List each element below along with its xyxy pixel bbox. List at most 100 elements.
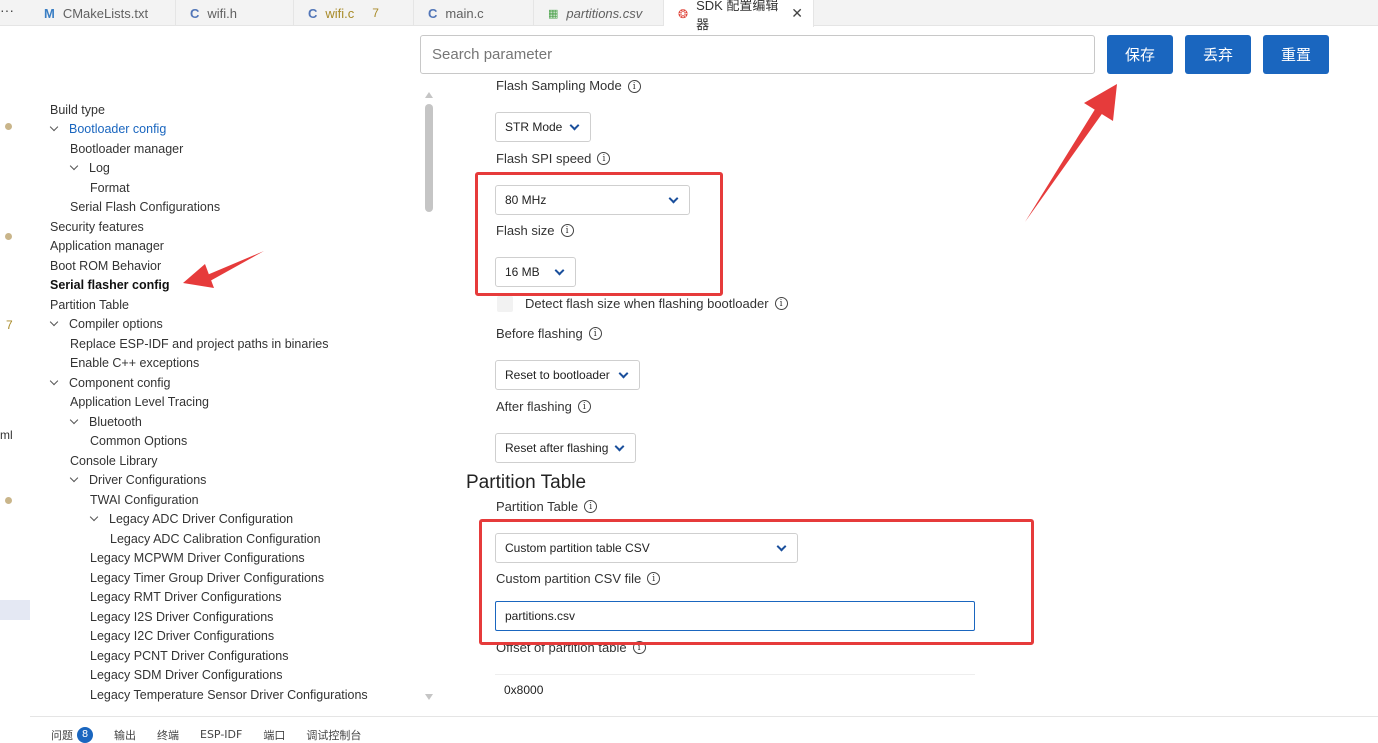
select-value: Reset to bootloader [505, 368, 610, 382]
tree-item-replace-paths[interactable]: Replace ESP-IDF and project paths in bin… [70, 334, 328, 353]
tree-item-component-config[interactable]: Component config [50, 373, 170, 392]
label-text: Before flashing [496, 326, 583, 341]
tree-item-common-options[interactable]: Common Options [90, 431, 187, 450]
select-value: Reset after flashing [505, 441, 609, 455]
tab-cmakelists[interactable]: M CMakeLists.txt [30, 0, 176, 26]
tree-item-build-type[interactable]: Build type [50, 100, 105, 119]
tab-debug-console[interactable]: 调试控制台 [306, 715, 361, 743]
tree-item-application-manager[interactable]: Application manager [50, 236, 164, 255]
chevron-down-icon [569, 120, 580, 131]
info-icon[interactable]: i [774, 297, 788, 310]
tree-item-bootloader-manager[interactable]: Bootloader manager [70, 139, 183, 158]
tree-item-partition-table[interactable]: Partition Table [50, 295, 129, 314]
chevron-down-icon[interactable] [70, 476, 78, 484]
before-flashing-label: Before flashing i [496, 326, 602, 341]
search-input[interactable] [420, 35, 1095, 74]
tab-partitions-csv[interactable]: ▦ partitions.csv [534, 0, 664, 26]
tree-item-driver-configurations[interactable]: Driver Configurations [70, 470, 206, 489]
chevron-down-icon [618, 368, 629, 379]
editor-tab-bar: ··· M CMakeLists.txt C wifi.h C wifi.c 7… [0, 0, 1378, 32]
config-tree: Build type Bootloader config Bootloader … [30, 96, 430, 710]
tree-item-legacy-i2c[interactable]: Legacy I2C Driver Configurations [90, 626, 274, 645]
modified-dot-icon [5, 123, 12, 130]
chevron-down-icon [614, 441, 625, 452]
tab-wifi-h[interactable]: C wifi.h [176, 0, 294, 26]
chevron-down-icon[interactable] [50, 125, 58, 133]
discard-button[interactable]: 丢弃 [1185, 35, 1251, 74]
tree-item-legacy-sdm[interactable]: Legacy SDM Driver Configurations [90, 665, 282, 684]
before-flashing-select[interactable]: Reset to bootloader [495, 360, 640, 390]
label-text: Detect flash size when flashing bootload… [525, 296, 769, 311]
info-icon[interactable]: i [597, 152, 611, 165]
tab-output[interactable]: 输出 [114, 715, 136, 743]
tree-item-format[interactable]: Format [90, 178, 130, 197]
cmake-file-icon: M [44, 5, 55, 21]
tab-terminal[interactable]: 终端 [157, 715, 179, 743]
flash-spi-speed-label: Flash SPI speed i [496, 151, 611, 166]
tree-item-bootloader-config[interactable]: Bootloader config [50, 119, 166, 138]
tree-item-bluetooth[interactable]: Bluetooth [70, 412, 142, 431]
tree-item-label: Legacy ADC Driver Configuration [109, 511, 294, 526]
info-icon[interactable]: i [584, 500, 598, 513]
tree-item-legacy-mcpwm[interactable]: Legacy MCPWM Driver Configurations [90, 548, 305, 567]
tree-item-label: Component config [69, 375, 171, 390]
tree-item-serial-flash-configurations[interactable]: Serial Flash Configurations [70, 197, 220, 216]
info-icon[interactable]: i [627, 80, 641, 93]
label-text: Flash Sampling Mode [496, 79, 622, 93]
scroll-down-arrow-icon[interactable] [425, 694, 433, 700]
c-file-icon: C [428, 5, 438, 21]
tree-item-console-library[interactable]: Console Library [70, 451, 158, 470]
tab-wifi-c[interactable]: C wifi.c 7 [294, 0, 414, 26]
tab-label: wifi.h [207, 5, 238, 21]
tab-sdk-config-editor[interactable]: ❂ SDK 配置编辑器 ✕ [664, 0, 814, 32]
tab-label: 问题 [51, 728, 73, 742]
more-actions-icon[interactable]: ··· [0, 0, 30, 26]
tree-item-legacy-i2s[interactable]: Legacy I2S Driver Configurations [90, 607, 273, 626]
tab-label: main.c [445, 5, 484, 21]
reset-button[interactable]: 重置 [1263, 35, 1329, 74]
tree-item-cpp-exceptions[interactable]: Enable C++ exceptions [70, 353, 199, 372]
tree-item-twai-configuration[interactable]: TWAI Configuration [90, 490, 199, 509]
tree-item-legacy-temp-sensor[interactable]: Legacy Temperature Sensor Driver Configu… [90, 685, 368, 704]
tree-item-legacy-adc-driver[interactable]: Legacy ADC Driver Configuration [90, 509, 293, 528]
chevron-down-icon[interactable] [70, 164, 78, 172]
info-icon[interactable]: i [588, 327, 602, 340]
selected-row[interactable] [0, 600, 30, 620]
chevron-down-icon[interactable] [50, 320, 58, 328]
chevron-down-icon[interactable] [90, 515, 98, 523]
label-text: Partition Table [496, 499, 579, 514]
tab-main-c[interactable]: C main.c [414, 0, 534, 26]
tab-problems[interactable]: 问题 8 [51, 715, 93, 743]
after-flashing-select[interactable]: Reset after flashing [495, 433, 636, 463]
offset-partition-table-input[interactable]: 0x8000 [495, 674, 975, 704]
tree-item-log[interactable]: Log [70, 158, 110, 177]
tree-item-legacy-adc-calibration[interactable]: Legacy ADC Calibration Configuration [110, 529, 321, 548]
detect-flash-size-checkbox[interactable] [497, 296, 513, 312]
info-icon[interactable]: i [577, 400, 591, 413]
problem-count-badge: 7 [372, 6, 379, 20]
tree-item-label: Compiler options [69, 316, 163, 331]
section-title-partition-table: Partition Table [466, 472, 587, 493]
tree-item-security-features[interactable]: Security features [50, 217, 144, 236]
tree-item-legacy-pcnt[interactable]: Legacy PCNT Driver Configurations [90, 646, 288, 665]
save-button[interactable]: 保存 [1107, 35, 1173, 74]
flash-sampling-mode-select[interactable]: STR Mode [495, 112, 591, 142]
tree-item-label: Bootloader config [69, 121, 167, 136]
tree-item-legacy-rmt[interactable]: Legacy RMT Driver Configurations [90, 587, 282, 606]
tree-item-compiler-options[interactable]: Compiler options [50, 314, 163, 333]
tree-item-boot-rom-behavior[interactable]: Boot ROM Behavior [50, 256, 161, 275]
scroll-up-arrow-icon[interactable] [425, 92, 433, 98]
tab-esp-idf[interactable]: ESP-IDF [200, 716, 242, 741]
annotation-box-flash [475, 172, 723, 296]
tree-item-legacy-timer-group[interactable]: Legacy Timer Group Driver Configurations [90, 568, 324, 587]
close-icon[interactable]: ✕ [791, 5, 803, 22]
tree-item-app-level-tracing[interactable]: Application Level Tracing [70, 392, 209, 411]
chevron-down-icon[interactable] [50, 379, 58, 387]
tree-item-serial-flasher-config[interactable]: Serial flasher config [50, 275, 169, 294]
tree-scrollbar-thumb[interactable] [425, 104, 433, 212]
after-flashing-label: After flashing i [496, 399, 591, 414]
tab-port[interactable]: 端口 [263, 715, 285, 743]
detect-flash-size-label: Detect flash size when flashing bootload… [525, 296, 788, 311]
flash-sampling-mode-label: Flash Sampling Mode i [496, 79, 641, 93]
chevron-down-icon[interactable] [70, 418, 78, 426]
